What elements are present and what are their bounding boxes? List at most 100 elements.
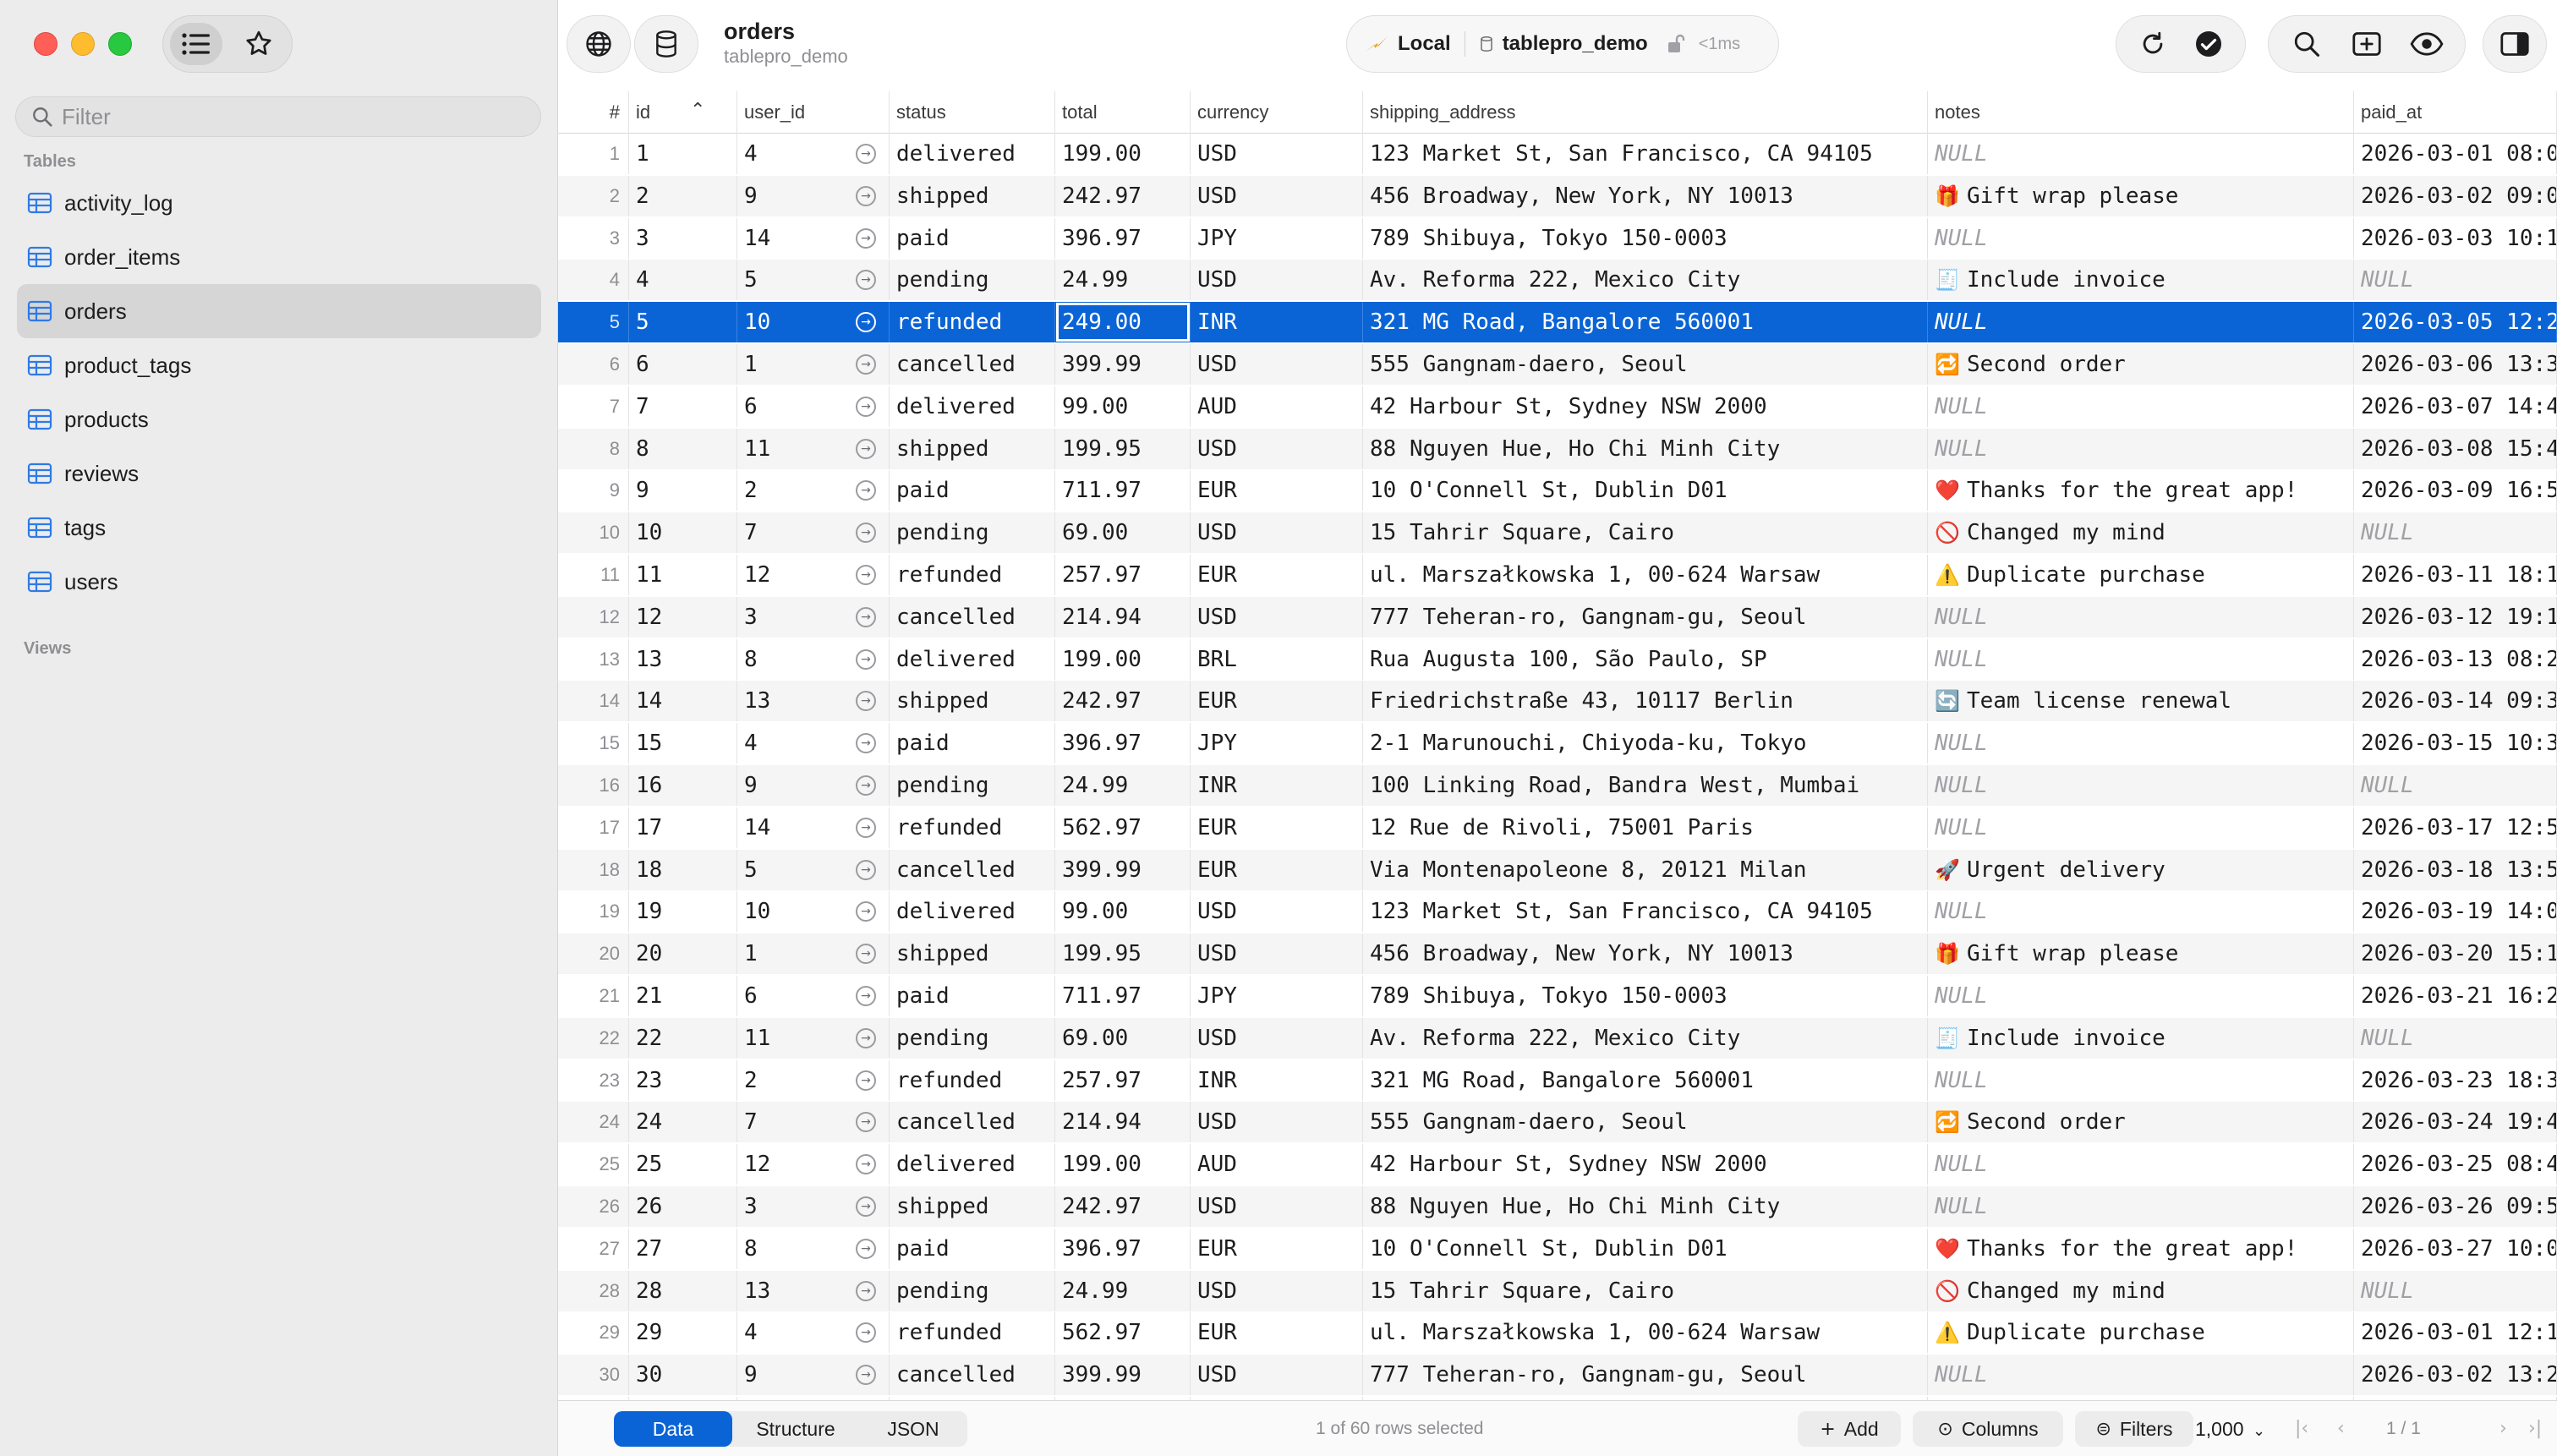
- status-cell[interactable]: delivered: [890, 638, 1055, 680]
- table-row[interactable]: 3 3 14 → paid 396.97 JPY 789 Shibuya, Tokyo 150…: [558, 217, 2557, 259]
- notes-cell[interactable]: NULL: [1928, 807, 2354, 848]
- foreign-key-arrow-icon[interactable]: →: [856, 606, 876, 627]
- id-cell[interactable]: 15: [629, 723, 737, 764]
- total-cell[interactable]: 711.97: [1055, 470, 1191, 512]
- currency-cell[interactable]: USD: [1191, 260, 1363, 301]
- id-cell[interactable]: 20: [629, 933, 737, 975]
- table-row[interactable]: 11 11 12 → refunded 257.97 EUR ul. Marszałkowsk…: [558, 555, 2557, 595]
- id-cell[interactable]: 30: [629, 1355, 737, 1396]
- currency-cell[interactable]: EUR: [1191, 849, 1363, 890]
- foreign-key-arrow-icon[interactable]: →: [856, 986, 876, 1006]
- id-cell[interactable]: 11: [629, 555, 737, 595]
- id-cell[interactable]: 2: [629, 175, 737, 216]
- add-row-button[interactable]: + Add: [1798, 1411, 1901, 1447]
- currency-cell[interactable]: EUR: [1191, 1312, 1363, 1354]
- status-cell[interactable]: shipped: [890, 681, 1055, 722]
- notes-cell[interactable]: 🧾 Include invoice: [1928, 260, 2354, 301]
- user-id-cell[interactable]: 14→: [737, 807, 890, 848]
- columns-button[interactable]: ⊙ Columns: [1913, 1411, 2063, 1447]
- notes-cell[interactable]: NULL: [1928, 134, 2354, 174]
- status-cell[interactable]: refunded: [890, 302, 1055, 343]
- status-cell[interactable]: paid: [890, 1228, 1055, 1269]
- foreign-key-arrow-icon[interactable]: →: [856, 733, 876, 754]
- paid-at-cell[interactable]: 2026-03-08 15:49:00: [2354, 428, 2557, 469]
- sidebar-item-products[interactable]: products: [17, 392, 541, 446]
- foreign-key-arrow-icon[interactable]: →: [856, 523, 876, 544]
- currency-cell[interactable]: JPY: [1191, 217, 1363, 259]
- total-cell[interactable]: 199.00: [1055, 134, 1191, 174]
- paid-at-cell[interactable]: 2026-03-01 08:00:00: [2354, 134, 2557, 174]
- paid-at-cell[interactable]: 2026-03-11 18:10:00: [2354, 555, 2557, 595]
- user-id-cell[interactable]: 13 →: [737, 681, 890, 722]
- status-cell[interactable]: paid: [890, 723, 1055, 764]
- currency-cell[interactable]: JPY: [1191, 976, 1363, 1016]
- user-id-cell[interactable]: 3 →: [737, 596, 890, 638]
- shipping-address-cell[interactable]: 42 Harbour St, Sydney NSW 2000: [1363, 1144, 1928, 1185]
- id-cell[interactable]: 4: [629, 260, 737, 301]
- status-cell[interactable]: refunded: [890, 1059, 1055, 1101]
- table-row[interactable]: 9 9 2 → paid 711.97 EUR 10 O'Connell St, Dublin…: [558, 470, 2557, 512]
- id-cell[interactable]: 27: [629, 1228, 737, 1269]
- total-cell[interactable]: 69.00: [1055, 512, 1191, 554]
- sidebar-item-product-tags[interactable]: product_tags: [17, 338, 541, 392]
- paid-at-cell[interactable]: 2026-03-20 15:13:00: [2354, 933, 2557, 975]
- paid-at-cell[interactable]: 2026-03-06 13:35:00: [2354, 344, 2557, 385]
- previous-page-button[interactable]: ‹: [2337, 1401, 2345, 1456]
- shipping-address-cell[interactable]: 123 Market St, San Francisco, CA 94105: [1363, 891, 1928, 933]
- status-cell[interactable]: cancelled: [890, 849, 1055, 890]
- paid-at-cell[interactable]: 2026-03-07 14:42:00: [2354, 386, 2557, 427]
- total-cell[interactable]: 242.97: [1055, 1186, 1191, 1227]
- table-row[interactable]: 23 23 2 → refunded 257.97 INR 321 MG Road, Bang…: [558, 1059, 2557, 1101]
- foreign-key-arrow-icon[interactable]: →: [856, 1070, 876, 1091]
- total-cell[interactable]: 242.97: [1055, 681, 1191, 722]
- user-id-cell[interactable]: 11 →: [737, 1017, 890, 1059]
- currency-cell[interactable]: EUR: [1191, 1228, 1363, 1269]
- id-cell[interactable]: 12: [629, 596, 737, 638]
- shipping-address-cell[interactable]: Rua Augusta 100, São Paulo, SP: [1363, 638, 1928, 680]
- user-id-cell[interactable]: 6 →: [737, 976, 890, 1016]
- status-cell[interactable]: pending: [890, 1270, 1055, 1311]
- table-row[interactable]: 20 20 1 → shipped 199.95 USD 456 Broadway, New …: [558, 933, 2557, 975]
- status-cell[interactable]: shipped: [890, 428, 1055, 469]
- id-cell[interactable]: 21: [629, 976, 737, 1016]
- table-row[interactable]: 29 29 4 → refunded 562.97 EUR ul. Marszałkowska…: [558, 1312, 2557, 1354]
- sidebar-item-activity-log[interactable]: activity_log: [17, 176, 541, 230]
- foreign-key-arrow-icon[interactable]: →: [856, 1322, 876, 1344]
- currency-cell[interactable]: USD: [1191, 891, 1363, 933]
- paid-at-cell[interactable]: 2026-03-24 19:41:00: [2354, 1102, 2557, 1143]
- user-id-cell[interactable]: 9 →: [737, 1355, 890, 1396]
- status-cell[interactable]: delivered: [890, 134, 1055, 174]
- paid-at-cell[interactable]: 2026-03-18 13:59:00: [2354, 849, 2557, 890]
- total-cell[interactable]: 69.00: [1055, 1017, 1191, 1059]
- currency-cell[interactable]: BRL: [1191, 638, 1363, 680]
- paid-at-cell[interactable]: 2026-03-27 10:02:00: [2354, 1228, 2557, 1269]
- status-cell[interactable]: shipped: [890, 1186, 1055, 1227]
- table-row[interactable]: 18 18 5 → cancelled 399.99 EUR Via Montenapoleo…: [558, 849, 2557, 890]
- status-cell[interactable]: cancelled: [890, 344, 1055, 385]
- shipping-address-cell[interactable]: 12 Rue de Rivoli, 75001 Paris: [1363, 807, 1928, 848]
- shipping-address-cell[interactable]: 88 Nguyen Hue, Ho Chi Minh City: [1363, 1186, 1928, 1227]
- notes-cell[interactable]: NULL: [1928, 765, 2354, 806]
- table-row[interactable]: 5 5 10 → refunded 249.00 INR 321 MG Road, Banga…: [558, 302, 2557, 343]
- foreign-key-arrow-icon[interactable]: →: [856, 1112, 876, 1133]
- table-row[interactable]: 17 17 14 → refunded 562.97 EUR 12 Rue de Rivoli…: [558, 807, 2557, 848]
- paid-at-cell[interactable]: 2026-03-12 19:17:00: [2354, 596, 2557, 638]
- column-header-user-id[interactable]: user_id: [737, 91, 890, 134]
- paid-at-cell[interactable]: NULL: [2354, 1270, 2557, 1311]
- tab-data[interactable]: Data: [614, 1411, 732, 1447]
- paid-at-cell[interactable]: NULL: [2354, 1017, 2557, 1059]
- paid-at-cell[interactable]: 2026-03-17 12:52:00: [2354, 807, 2557, 848]
- new-tab-button[interactable]: [2341, 21, 2392, 67]
- tab-json[interactable]: JSON: [859, 1411, 967, 1447]
- user-id-cell[interactable]: 1 →: [737, 933, 890, 975]
- column-header-shipping-address[interactable]: shipping_address: [1363, 91, 1928, 134]
- commit-button[interactable]: [2183, 21, 2234, 67]
- id-cell[interactable]: 9: [629, 470, 737, 512]
- table-row[interactable]: 27 27 8 → paid 396.97 EUR 10 O'Connell St, Dubl…: [558, 1228, 2557, 1269]
- total-cell[interactable]: 399.99: [1055, 344, 1191, 385]
- user-id-cell[interactable]: 10 →: [737, 302, 890, 343]
- user-id-cell[interactable]: 6 →: [737, 386, 890, 427]
- status-cell[interactable]: refunded: [890, 807, 1055, 848]
- notes-cell[interactable]: NULL: [1928, 891, 2354, 933]
- notes-cell[interactable]: 🚀 Urgent delivery: [1928, 849, 2354, 890]
